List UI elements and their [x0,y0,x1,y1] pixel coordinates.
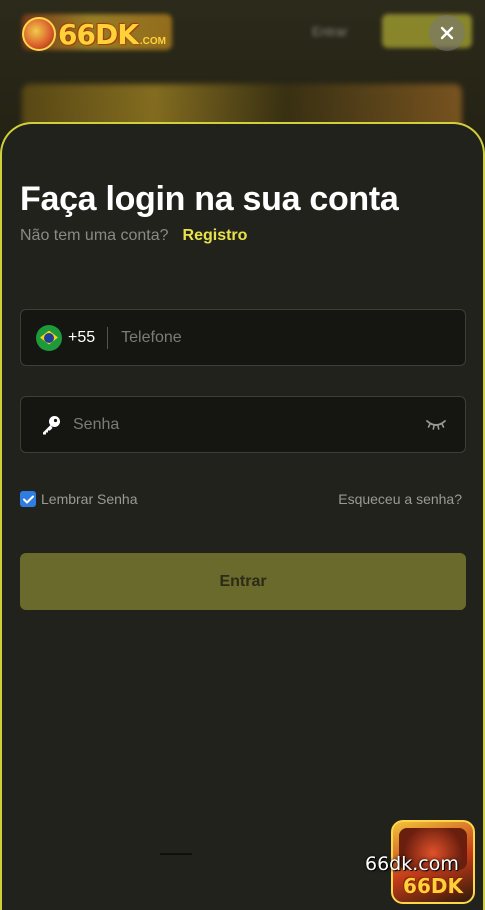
site-logo: 66DK .COM [22,14,172,54]
register-link[interactable]: Registro [183,227,248,245]
login-options: Lembrar Senha Esqueceu a senha? [20,489,466,509]
phone-field: +55 [20,309,466,366]
password-input[interactable] [63,397,423,452]
background-login-link: Entrar [312,24,348,39]
dial-code: +55 [68,328,96,346]
page-title: Faça login na sua conta [20,180,399,218]
mascot-icon [22,17,56,51]
phone-input[interactable] [108,310,465,365]
close-button[interactable] [429,15,465,51]
check-icon [22,495,34,503]
register-prompt: Não tem uma conta? Registro [20,227,247,245]
no-account-text: Não tem uma conta? [20,227,169,244]
logo-text: 66DK [58,17,139,51]
login-button[interactable]: Entrar [20,553,466,610]
close-icon [440,26,454,40]
remember-checkbox[interactable] [20,491,36,507]
badge-url: 66dk.com [365,853,459,875]
forgot-password-link[interactable]: Esqueceu a senha? [338,491,462,507]
country-selector[interactable]: +55 [21,310,95,365]
key-icon [39,413,63,437]
remember-label: Lembrar Senha [41,491,138,507]
password-field [20,396,466,453]
home-indicator [160,853,192,855]
logo-suffix: .COM [139,35,167,47]
remember-password[interactable]: Lembrar Senha [20,491,138,507]
brazil-flag-icon [36,324,62,351]
eye-closed-icon[interactable] [423,415,449,435]
login-page: Entrar 66DK .COM Faça login na sua conta… [0,0,485,910]
badge-brand: 66DK [403,874,463,898]
